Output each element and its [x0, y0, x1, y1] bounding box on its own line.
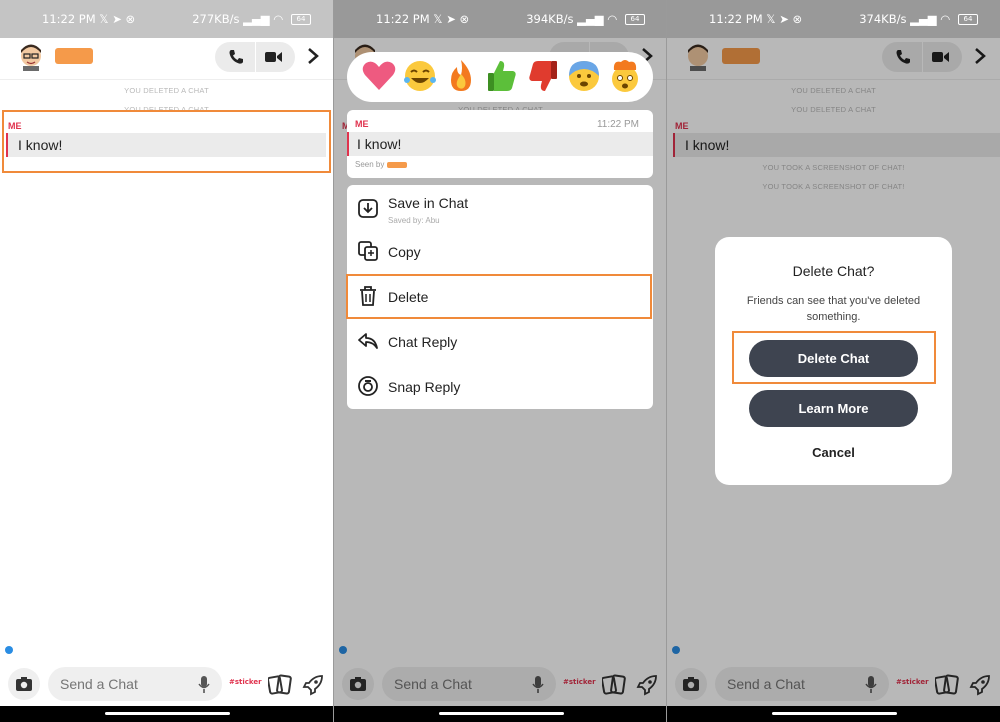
message-text: I know!: [357, 136, 402, 152]
system-nav-bar: [334, 706, 667, 722]
status-bar: 11:22 PM 𝕏 ➤ ⊗ 277KB/s ▂▄▆ ◠ 64: [0, 0, 333, 38]
status-right: 374KB/s ▂▄▆ ◠ 64: [859, 12, 978, 26]
system-nav-bar: [0, 706, 333, 722]
copy-icon: [358, 241, 378, 261]
menu-item-label: Save in Chat: [388, 195, 469, 211]
fire-icon[interactable]: [443, 58, 479, 94]
panel-chat: 11:22 PM 𝕏 ➤ ⊗ 277KB/s ▂▄▆ ◠ 64 YOU DELE…: [0, 0, 333, 722]
contact-name-redacted: [55, 48, 93, 64]
menu-item-label: Copy: [388, 244, 421, 260]
composer-bar: #sticker: [0, 664, 333, 706]
cancel-button[interactable]: Cancel: [715, 445, 952, 460]
menu-item-save-in-chat[interactable]: Save in Chat Saved by: Abu: [347, 187, 653, 235]
system-message: YOU DELETED A CHAT: [124, 86, 209, 95]
dialog-title: Delete Chat?: [792, 263, 875, 279]
rocket-icon[interactable]: [302, 674, 324, 696]
microphone-icon[interactable]: [198, 676, 210, 694]
save-in-chat-icon: [358, 199, 378, 218]
system-nav-bar: [667, 706, 1000, 722]
menu-item-snap-reply[interactable]: Snap Reply: [347, 365, 653, 410]
camera-button[interactable]: [8, 668, 40, 700]
menu-item-sublabel: Saved by: Abu: [388, 216, 440, 225]
status-bar: 11:22 PM 𝕏 ➤ ⊗ 374KB/s ▂▄▆ ◠ 64: [667, 0, 1000, 38]
selected-message-card: ME 11:22 PM I know! Seen by: [347, 110, 653, 178]
video-icon[interactable]: [265, 50, 283, 64]
menu-item-copy[interactable]: Copy: [347, 230, 653, 275]
chat-header: [0, 38, 333, 80]
heart-icon[interactable]: [361, 58, 397, 94]
thumbs-up-icon[interactable]: [484, 58, 520, 94]
status-right: 277KB/s ▂▄▆ ◠ 64: [192, 12, 311, 26]
menu-item-chat-reply[interactable]: Chat Reply: [347, 320, 653, 365]
reply-icon: [358, 333, 378, 349]
status-right: 394KB/s ▂▄▆ ◠ 64: [526, 12, 645, 26]
thumbs-down-icon[interactable]: [525, 58, 561, 94]
camera-icon: [358, 376, 378, 396]
seen-by: Seen by: [355, 160, 408, 169]
tears-of-joy-icon[interactable]: [402, 58, 438, 94]
cards-icon[interactable]: [268, 674, 292, 696]
camera-icon: [16, 677, 32, 691]
message-time: 11:22 PM: [596, 119, 639, 130]
reaction-bar: [347, 52, 653, 102]
chat-input[interactable]: [48, 667, 222, 701]
highlight-box: [2, 110, 331, 173]
menu-item-label: Chat Reply: [388, 334, 458, 350]
status-time: 11:22 PM 𝕏 ➤ ⊗: [709, 12, 803, 26]
menu-item-label: Snap Reply: [388, 379, 461, 395]
avatar[interactable]: [18, 43, 44, 71]
learn-more-button[interactable]: Learn More: [749, 390, 918, 427]
phone-icon[interactable]: [228, 49, 244, 65]
status-time: 11:22 PM 𝕏 ➤ ⊗: [42, 12, 136, 26]
highlight-box: [346, 274, 652, 319]
exploding-head-icon[interactable]: [607, 58, 643, 94]
sticker-button[interactable]: #sticker: [229, 678, 262, 686]
battery-icon: 64: [625, 14, 645, 25]
status-dot: [5, 646, 13, 654]
highlight-box: [732, 331, 936, 384]
message-bubble: I know!: [347, 132, 653, 156]
status-bar: 11:22 PM 𝕏 ➤ ⊗ 394KB/s ▂▄▆ ◠ 64: [334, 0, 667, 38]
sender-label: ME: [355, 119, 369, 129]
battery-icon: 64: [958, 14, 978, 25]
dialog-body: Friends can see that you've deleted some…: [746, 295, 921, 323]
anxious-face-icon[interactable]: [566, 58, 602, 94]
status-time: 11:22 PM 𝕏 ➤ ⊗: [376, 12, 470, 26]
call-buttons: [215, 42, 295, 72]
battery-icon: 64: [291, 14, 311, 25]
chevron-right-icon[interactable]: [306, 46, 320, 66]
